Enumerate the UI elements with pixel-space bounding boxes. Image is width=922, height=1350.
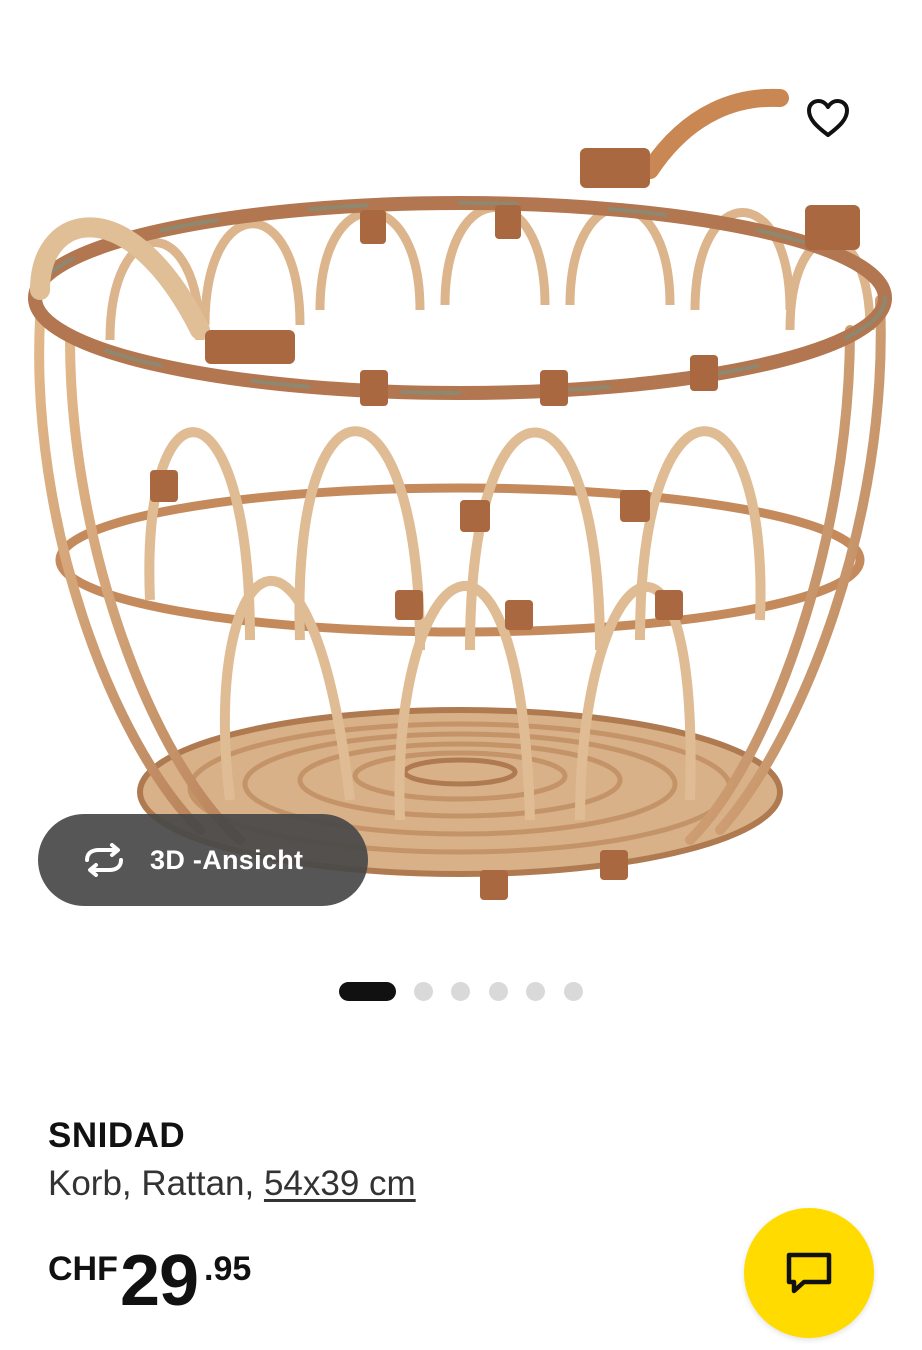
price-currency: CHF xyxy=(48,1250,118,1288)
product-description: Korb, Rattan, 54x39 cm xyxy=(48,1164,416,1204)
chat-bubble-icon xyxy=(786,1252,832,1294)
pager-dot[interactable] xyxy=(489,982,508,1001)
product-name: SNIDAD xyxy=(48,1116,186,1155)
heart-outline-icon xyxy=(807,99,849,137)
pager-dot[interactable] xyxy=(526,982,545,1001)
pager-dot[interactable] xyxy=(564,982,583,1001)
price-decimals: .95 xyxy=(204,1250,252,1288)
price-integer: 29 xyxy=(120,1241,199,1321)
product-description-text: Korb, Rattan, xyxy=(48,1164,264,1203)
product-gallery[interactable]: 3D -Ansicht xyxy=(0,0,922,950)
view-3d-button[interactable]: 3D -Ansicht xyxy=(38,814,368,906)
product-size-link[interactable]: 54x39 cm xyxy=(264,1164,416,1203)
pager-dot[interactable] xyxy=(451,982,470,1001)
image-pager xyxy=(0,980,922,1004)
rotate-arrows-icon xyxy=(78,840,130,880)
pager-dot-active[interactable] xyxy=(339,982,396,1001)
view-3d-label: 3D -Ansicht xyxy=(150,844,304,875)
chat-button[interactable] xyxy=(744,1208,874,1338)
product-image-basket[interactable] xyxy=(0,40,922,940)
pager-dot[interactable] xyxy=(414,982,433,1001)
favorite-button[interactable] xyxy=(796,86,860,150)
